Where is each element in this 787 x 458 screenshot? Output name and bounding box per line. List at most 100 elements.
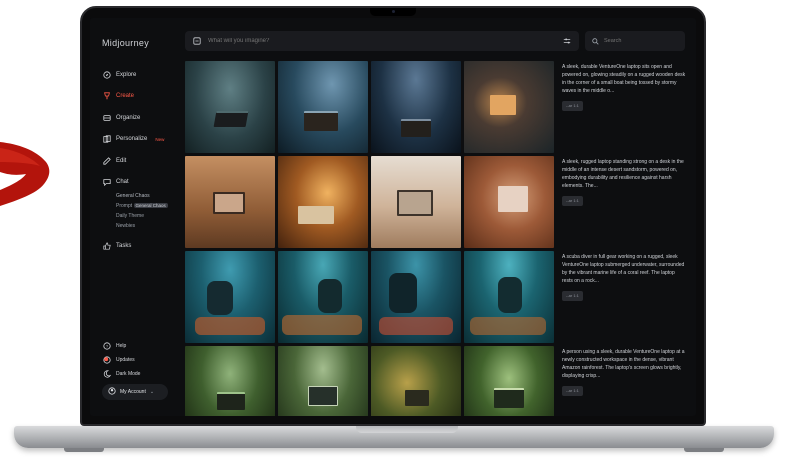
image-tile[interactable]	[278, 251, 368, 343]
laptop-graphic	[213, 111, 249, 127]
sidebar-item-help[interactable]: ? Help	[102, 339, 168, 353]
sidebar-item-updates[interactable]: Updates	[102, 353, 168, 367]
sidebar-item-label: Personalize	[116, 136, 148, 143]
prompt-block: A sleek, rugged laptop standing strong o…	[562, 156, 686, 251]
prompt-column: A sleek, durable VentureOne laptop sits …	[562, 61, 686, 416]
coral-graphic	[379, 317, 453, 335]
chat-room-general[interactable]: General Chaos	[116, 191, 182, 201]
prompt-block: A scuba diver in full gear working on a …	[562, 251, 686, 346]
image-tile[interactable]	[464, 251, 554, 343]
laptop-graphic	[401, 119, 431, 137]
chat-room-list: General Chaos Prompt General Chaos Daily…	[102, 191, 182, 231]
laptop-graphic	[213, 192, 245, 214]
aspect-ratio-tag: --ar 1:1	[562, 386, 583, 396]
image-tile[interactable]	[464, 61, 554, 153]
prompt-block: A sleek, durable VentureOne laptop sits …	[562, 61, 686, 156]
prompt-text[interactable]: A sleek, durable VentureOne laptop sits …	[562, 63, 686, 95]
brush-icon	[102, 92, 111, 101]
chevron-icon: ⌄	[149, 389, 155, 395]
chat-room-daily-theme[interactable]: Daily Theme	[116, 211, 182, 221]
settings-sliders-icon[interactable]	[563, 32, 571, 50]
imagine-bar[interactable]	[185, 31, 579, 51]
image-tile[interactable]	[278, 346, 368, 416]
red-arrow-graphic	[0, 142, 50, 206]
base-notch	[356, 426, 458, 433]
updates-icon	[102, 356, 111, 365]
laptop-graphic	[490, 95, 516, 115]
image-tile[interactable]	[371, 156, 461, 248]
diver-graphic	[318, 279, 342, 313]
laptop-graphic	[498, 186, 528, 212]
chat-room-label: Prompt	[116, 203, 133, 209]
laptop-graphic	[308, 386, 338, 406]
account-button[interactable]: My Account ⌄	[102, 384, 168, 400]
image-tile[interactable]	[371, 61, 461, 153]
image-tile[interactable]	[371, 346, 461, 416]
image-tile[interactable]	[185, 251, 275, 343]
sidebar-item-chat[interactable]: Chat	[102, 172, 182, 194]
search-icon	[592, 32, 599, 50]
sidebar-item-edit[interactable]: Edit	[102, 150, 182, 172]
aspect-ratio-tag: --ar 1:1	[562, 291, 583, 301]
image-tile[interactable]	[464, 346, 554, 416]
coral-graphic	[282, 315, 362, 335]
layers-icon	[102, 135, 111, 144]
sidebar-item-label: Dark Mode	[116, 371, 141, 377]
laptop-graphic	[298, 206, 334, 224]
sidebar-item-personalize[interactable]: Personalize New	[102, 129, 182, 151]
image-tile[interactable]	[278, 156, 368, 248]
aspect-ratio-tag: --ar 1:1	[562, 196, 583, 206]
laptop-foot	[684, 448, 724, 452]
laptop-base	[14, 426, 774, 452]
sidebar-item-label: Tasks	[116, 242, 132, 249]
image-tile[interactable]	[185, 61, 275, 153]
chat-icon	[102, 178, 111, 187]
laptop-graphic	[494, 388, 524, 408]
laptop-lid: Midjourney Explore Create Organize Perso…	[80, 6, 706, 426]
image-tile[interactable]	[185, 156, 275, 248]
chat-room-newbies[interactable]: Newbies	[116, 221, 182, 231]
image-grid	[185, 61, 555, 416]
imagine-input[interactable]	[208, 38, 556, 44]
prompt-block: A person using a sleek, durable VentureO…	[562, 346, 686, 416]
new-badge: New	[155, 136, 165, 142]
image-tile[interactable]	[185, 346, 275, 416]
laptop-graphic	[405, 390, 429, 406]
prompt-text[interactable]: A sleek, rugged laptop standing strong o…	[562, 158, 686, 190]
sidebar: Midjourney Explore Create Organize Perso…	[90, 18, 182, 416]
sidebar-item-label: Updates	[116, 357, 135, 363]
sidebar-item-label: Edit	[116, 157, 127, 164]
image-tile[interactable]	[464, 156, 554, 248]
laptop-graphic	[304, 111, 338, 131]
search-box[interactable]	[585, 31, 685, 51]
laptop-graphic	[397, 190, 433, 216]
moon-icon	[102, 370, 111, 379]
diver-graphic	[207, 281, 233, 315]
sidebar-item-explore[interactable]: Explore	[102, 64, 182, 86]
grid-row-rainforest	[185, 346, 555, 416]
brand-logo[interactable]: Midjourney	[102, 38, 182, 48]
sidebar-item-dark-mode[interactable]: Dark Mode	[102, 367, 168, 381]
sidebar-item-label: Organize	[116, 114, 141, 121]
sidebar-item-create[interactable]: Create	[102, 86, 182, 108]
sidebar-item-organize[interactable]: Organize	[102, 107, 182, 129]
image-upload-icon[interactable]	[193, 32, 201, 50]
coral-graphic	[195, 317, 265, 335]
app-screen: Midjourney Explore Create Organize Perso…	[90, 18, 696, 416]
prompt-text[interactable]: A person using a sleek, durable VentureO…	[562, 348, 686, 380]
compass-icon	[102, 70, 111, 79]
search-input[interactable]	[604, 38, 674, 44]
help-icon: ?	[102, 342, 111, 351]
laptop-graphic	[217, 392, 245, 410]
sidebar-item-tasks[interactable]: Tasks	[102, 235, 182, 257]
prompt-text[interactable]: A scuba diver in full gear working on a …	[562, 253, 686, 285]
grid-row-storm	[185, 61, 555, 153]
image-tile[interactable]	[371, 251, 461, 343]
grid-row-underwater	[185, 251, 555, 343]
top-bar	[185, 31, 685, 51]
sidebar-item-label: Chat	[116, 179, 129, 186]
image-tile[interactable]	[278, 61, 368, 153]
account-label: My Account	[120, 389, 146, 395]
camera-icon	[392, 10, 395, 13]
chat-room-prompt[interactable]: Prompt General Chaos	[116, 201, 182, 211]
